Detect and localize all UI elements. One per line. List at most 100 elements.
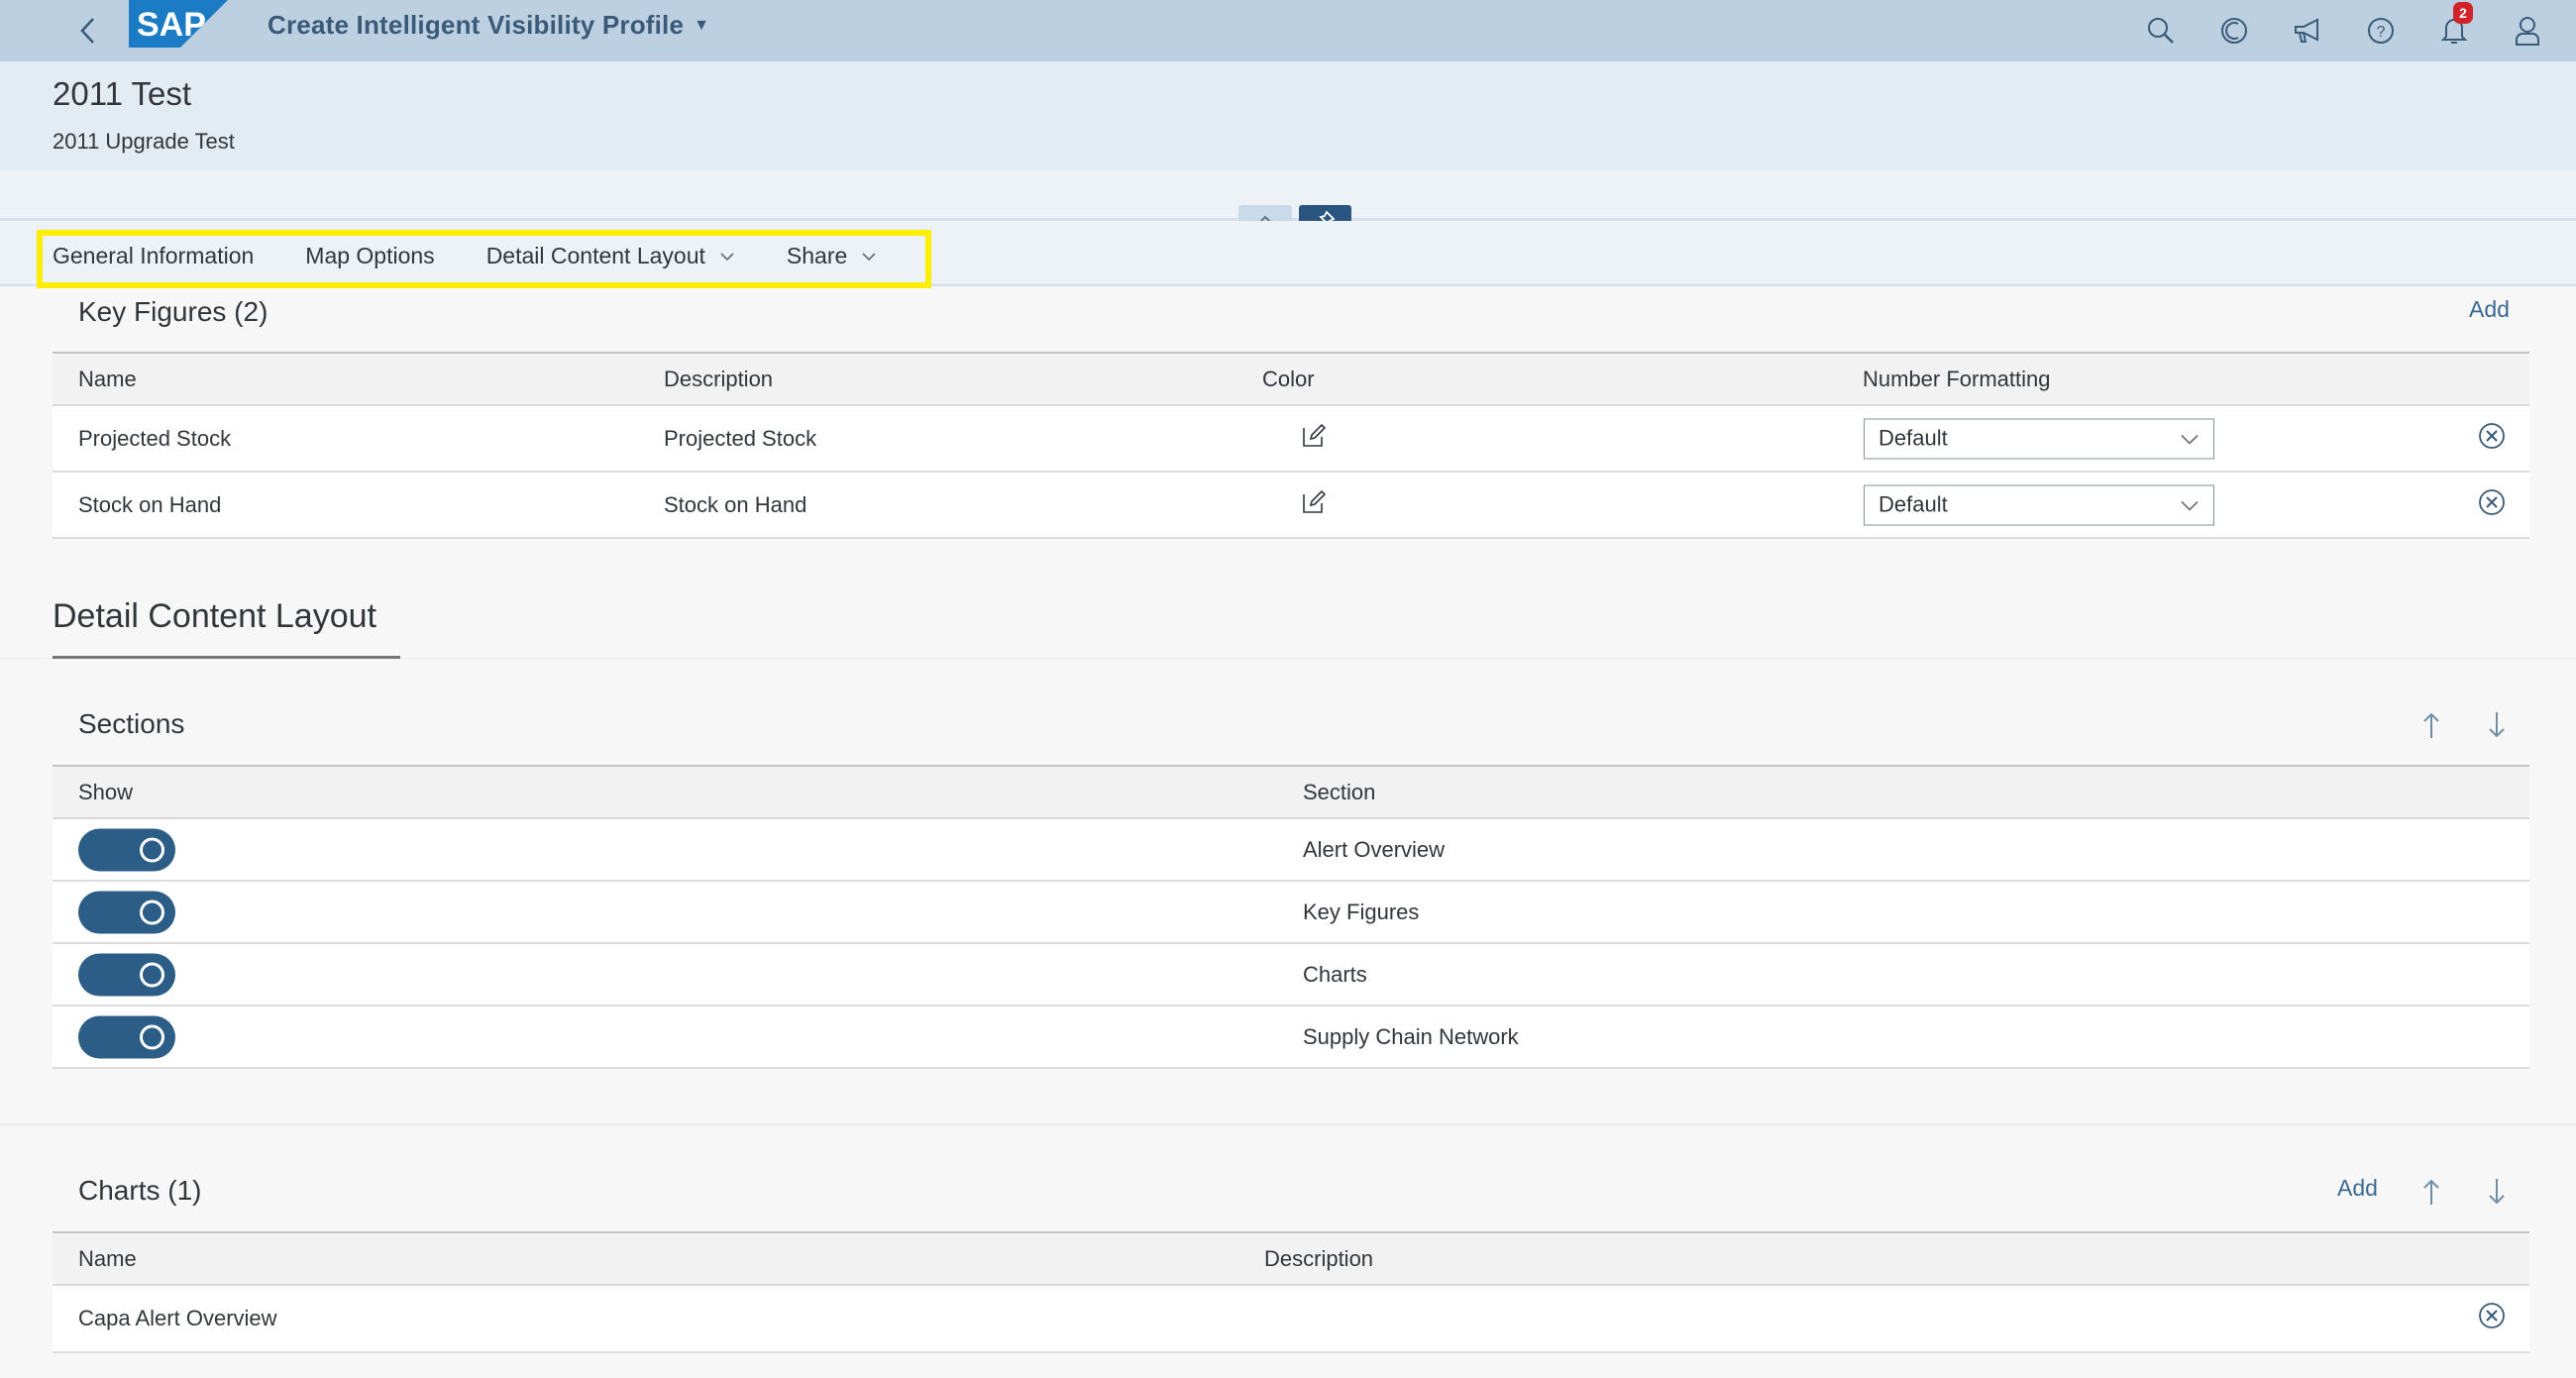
show-section-toggle[interactable] [78, 891, 175, 933]
detail-content-layout-title: Detail Content Layout [53, 597, 376, 635]
shell-bar: SAP Create Intelligent Visibility Profil… [0, 0, 2576, 61]
arrow-down-icon [2489, 1179, 2505, 1205]
table-row: Capa Alert Overview [53, 1286, 2529, 1353]
search-icon [2148, 18, 2174, 44]
user-icon [2516, 17, 2539, 46]
arrow-down-icon [2489, 712, 2505, 738]
arrow-up-icon [2423, 1179, 2439, 1205]
user-button[interactable] [2505, 8, 2550, 53]
tab-detail-content-layout[interactable]: Detail Content Layout [486, 243, 735, 269]
remove-key-figure-button[interactable] [2478, 488, 2506, 522]
select-value: Default [1878, 491, 1948, 517]
move-chart-down-button[interactable] [2482, 1174, 2512, 1210]
search-button[interactable] [2138, 8, 2184, 53]
column-header-description: Description [664, 366, 774, 391]
toggle-knob [140, 1024, 164, 1049]
section-divider [0, 1123, 2576, 1126]
column-header-show: Show [78, 779, 134, 804]
toggle-knob [140, 962, 164, 987]
tab-label: Share [786, 243, 848, 268]
sections-title: Sections [78, 708, 185, 739]
remove-icon [2479, 422, 2505, 449]
table-header: Name Description [53, 1231, 2529, 1286]
table-row: Projected Stock Projected Stock Default [53, 406, 2529, 473]
table-row: Charts [53, 944, 2529, 1007]
tab-label: Detail Content Layout [485, 243, 705, 268]
show-section-toggle[interactable] [78, 828, 175, 871]
number-formatting-select[interactable]: Default [1864, 484, 2214, 525]
toggle-knob [140, 900, 164, 924]
copilot-icon [2221, 18, 2247, 44]
key-figure-name: Stock on Hand [78, 491, 222, 517]
toggle-knob [140, 837, 164, 862]
section-name: Charts [1303, 961, 1367, 987]
sections-table: Show Section Alert Overview Key Figures … [53, 765, 2529, 1069]
key-figure-description: Projected Stock [664, 425, 817, 451]
key-figures-table: Name Description Color Number Formatting… [53, 352, 2529, 539]
remove-icon [2479, 488, 2505, 515]
notifications-button[interactable]: 2 [2431, 2, 2477, 53]
object-title: 2011 Test [53, 75, 192, 112]
table-row: Supply Chain Network [53, 1007, 2529, 1069]
key-figures-title: Key Figures (2) [78, 296, 268, 327]
move-chart-up-button[interactable] [2416, 1174, 2446, 1210]
chevron-down-icon [862, 252, 876, 261]
app-title-menu[interactable]: Create Intelligent Visibility Profile ▼ [268, 10, 709, 41]
chart-name: Capa Alert Overview [78, 1306, 277, 1330]
add-key-figure-button[interactable]: Add [2469, 296, 2510, 323]
table-header: Name Description Color Number Formatting [53, 352, 2529, 406]
show-section-toggle[interactable] [78, 953, 175, 996]
table-row: Alert Overview [53, 819, 2529, 882]
sap-logo[interactable]: SAP [129, 0, 228, 48]
number-formatting-select[interactable]: Default [1864, 418, 2214, 459]
copilot-button[interactable] [2211, 8, 2257, 53]
tab-label: General Information [53, 243, 255, 268]
key-figure-name: Projected Stock [78, 425, 232, 451]
section-name: Key Figures [1303, 899, 1420, 924]
charts-table: Name Description Capa Alert Overview [53, 1231, 2529, 1353]
whats-new-button[interactable] [2285, 8, 2330, 53]
remove-icon [2479, 1303, 2505, 1328]
object-subtitle: 2011 Upgrade Test [53, 129, 235, 154]
select-value: Default [1878, 425, 1948, 451]
edit-color-button[interactable] [1301, 423, 1327, 455]
help-icon: ? [2368, 18, 2394, 44]
section-title-underline [53, 656, 400, 659]
column-header-description: Description [1264, 1245, 1374, 1271]
add-chart-button[interactable]: Add [2337, 1175, 2378, 1202]
edit-icon [1303, 423, 1327, 447]
svg-text:?: ? [2377, 24, 2386, 41]
column-header-section: Section [1303, 779, 1376, 804]
show-section-toggle[interactable] [78, 1015, 175, 1058]
tab-general-information[interactable]: General Information [53, 243, 254, 269]
section-name: Alert Overview [1303, 836, 1446, 862]
chevron-down-icon [720, 252, 734, 261]
anchor-tabs: General Information Map Options Detail C… [53, 243, 928, 269]
edit-icon [1303, 489, 1327, 513]
remove-chart-button[interactable] [2478, 1302, 2506, 1335]
table-header: Show Section [53, 765, 2529, 819]
column-header-name: Name [78, 366, 137, 391]
column-header-color: Color [1262, 366, 1315, 391]
edit-color-button[interactable] [1301, 489, 1327, 521]
notification-badge: 2 [2453, 2, 2473, 24]
object-header: 2011 Test 2011 Upgrade Test [0, 61, 2576, 170]
charts-title: Charts (1) [78, 1175, 202, 1206]
back-button[interactable] [65, 8, 111, 53]
column-header-number-formatting: Number Formatting [1863, 366, 2051, 391]
move-section-up-button[interactable] [2416, 707, 2446, 743]
tab-map-options[interactable]: Map Options [305, 243, 434, 269]
tab-share[interactable]: Share [787, 243, 877, 269]
table-row: Stock on Hand Stock on Hand Default [53, 473, 2529, 539]
app-title: Create Intelligent Visibility Profile [268, 10, 685, 40]
section-name: Supply Chain Network [1303, 1023, 1519, 1049]
caret-down-icon: ▼ [694, 16, 710, 34]
table-row: Key Figures [53, 882, 2529, 944]
megaphone-icon [2295, 18, 2318, 43]
move-section-down-button[interactable] [2482, 707, 2512, 743]
tab-label: Map Options [305, 243, 435, 268]
remove-key-figure-button[interactable] [2478, 422, 2506, 456]
svg-text:SAP: SAP [137, 6, 206, 44]
chevron-left-icon [80, 18, 94, 44]
help-button[interactable]: ? [2358, 8, 2404, 53]
